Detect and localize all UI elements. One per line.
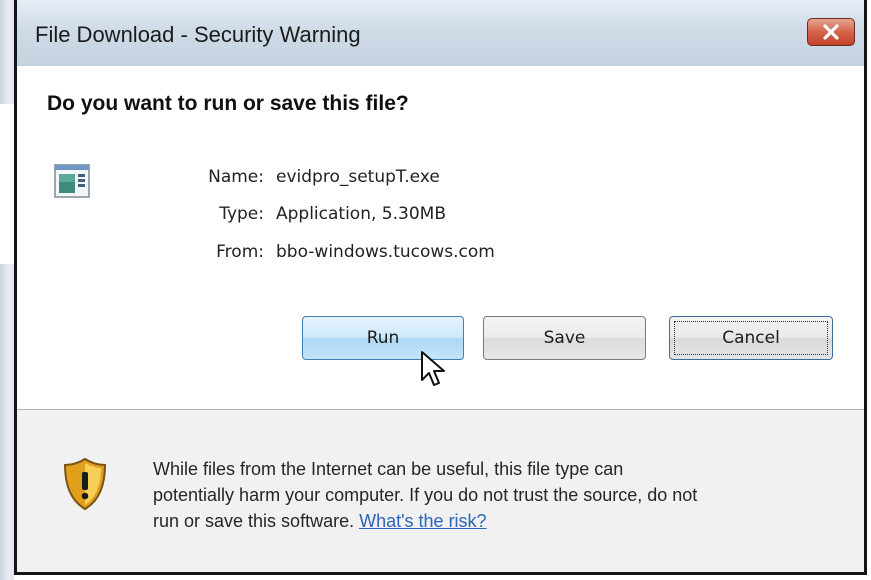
warning-line-1: While files from the Internet can be use… — [153, 459, 624, 479]
mouse-pointer-icon — [420, 350, 450, 394]
warning-footer: While files from the Internet can be use… — [17, 410, 864, 572]
file-source-value: bbo-windows.tucows.com — [276, 242, 495, 262]
warning-line-2: potentially harm your computer. If you d… — [153, 485, 698, 505]
warning-message: While files from the Internet can be use… — [153, 456, 843, 534]
file-type-label: Type: — [219, 204, 264, 224]
security-warning-dialog: File Download - Security Warning Do you … — [14, 0, 867, 575]
close-icon — [821, 24, 841, 40]
file-type-row: Type: Application, 5.30MB — [186, 204, 446, 224]
window-title: File Download - Security Warning — [35, 22, 361, 47]
file-name-value: evidpro_setupT.exe — [276, 167, 440, 187]
shield-warning-icon — [63, 457, 107, 515]
whats-the-risk-link[interactable]: What's the risk? — [359, 511, 486, 531]
close-button[interactable] — [807, 18, 855, 46]
save-button[interactable]: Save — [483, 316, 646, 360]
window-frame-left — [0, 0, 14, 580]
file-name-row: Name: evidpro_setupT.exe — [186, 167, 440, 187]
file-source-label: From: — [216, 242, 264, 262]
dialog-body: Do you want to run or save this file? Na… — [17, 66, 864, 409]
prompt-heading: Do you want to run or save this file? — [47, 92, 409, 115]
focus-rectangle — [674, 321, 828, 355]
warning-line-3: run or save this software. What's the ri… — [153, 508, 843, 534]
file-source-row: From: bbo-windows.tucows.com — [186, 242, 495, 262]
file-type-value: Application, 5.30MB — [276, 204, 446, 224]
title-bar[interactable]: File Download - Security Warning — [17, 0, 864, 66]
application-icon — [54, 164, 90, 202]
cancel-button[interactable]: Cancel — [669, 316, 833, 360]
file-name-label: Name: — [208, 167, 264, 187]
warning-line-3-text: run or save this software. — [153, 511, 360, 531]
